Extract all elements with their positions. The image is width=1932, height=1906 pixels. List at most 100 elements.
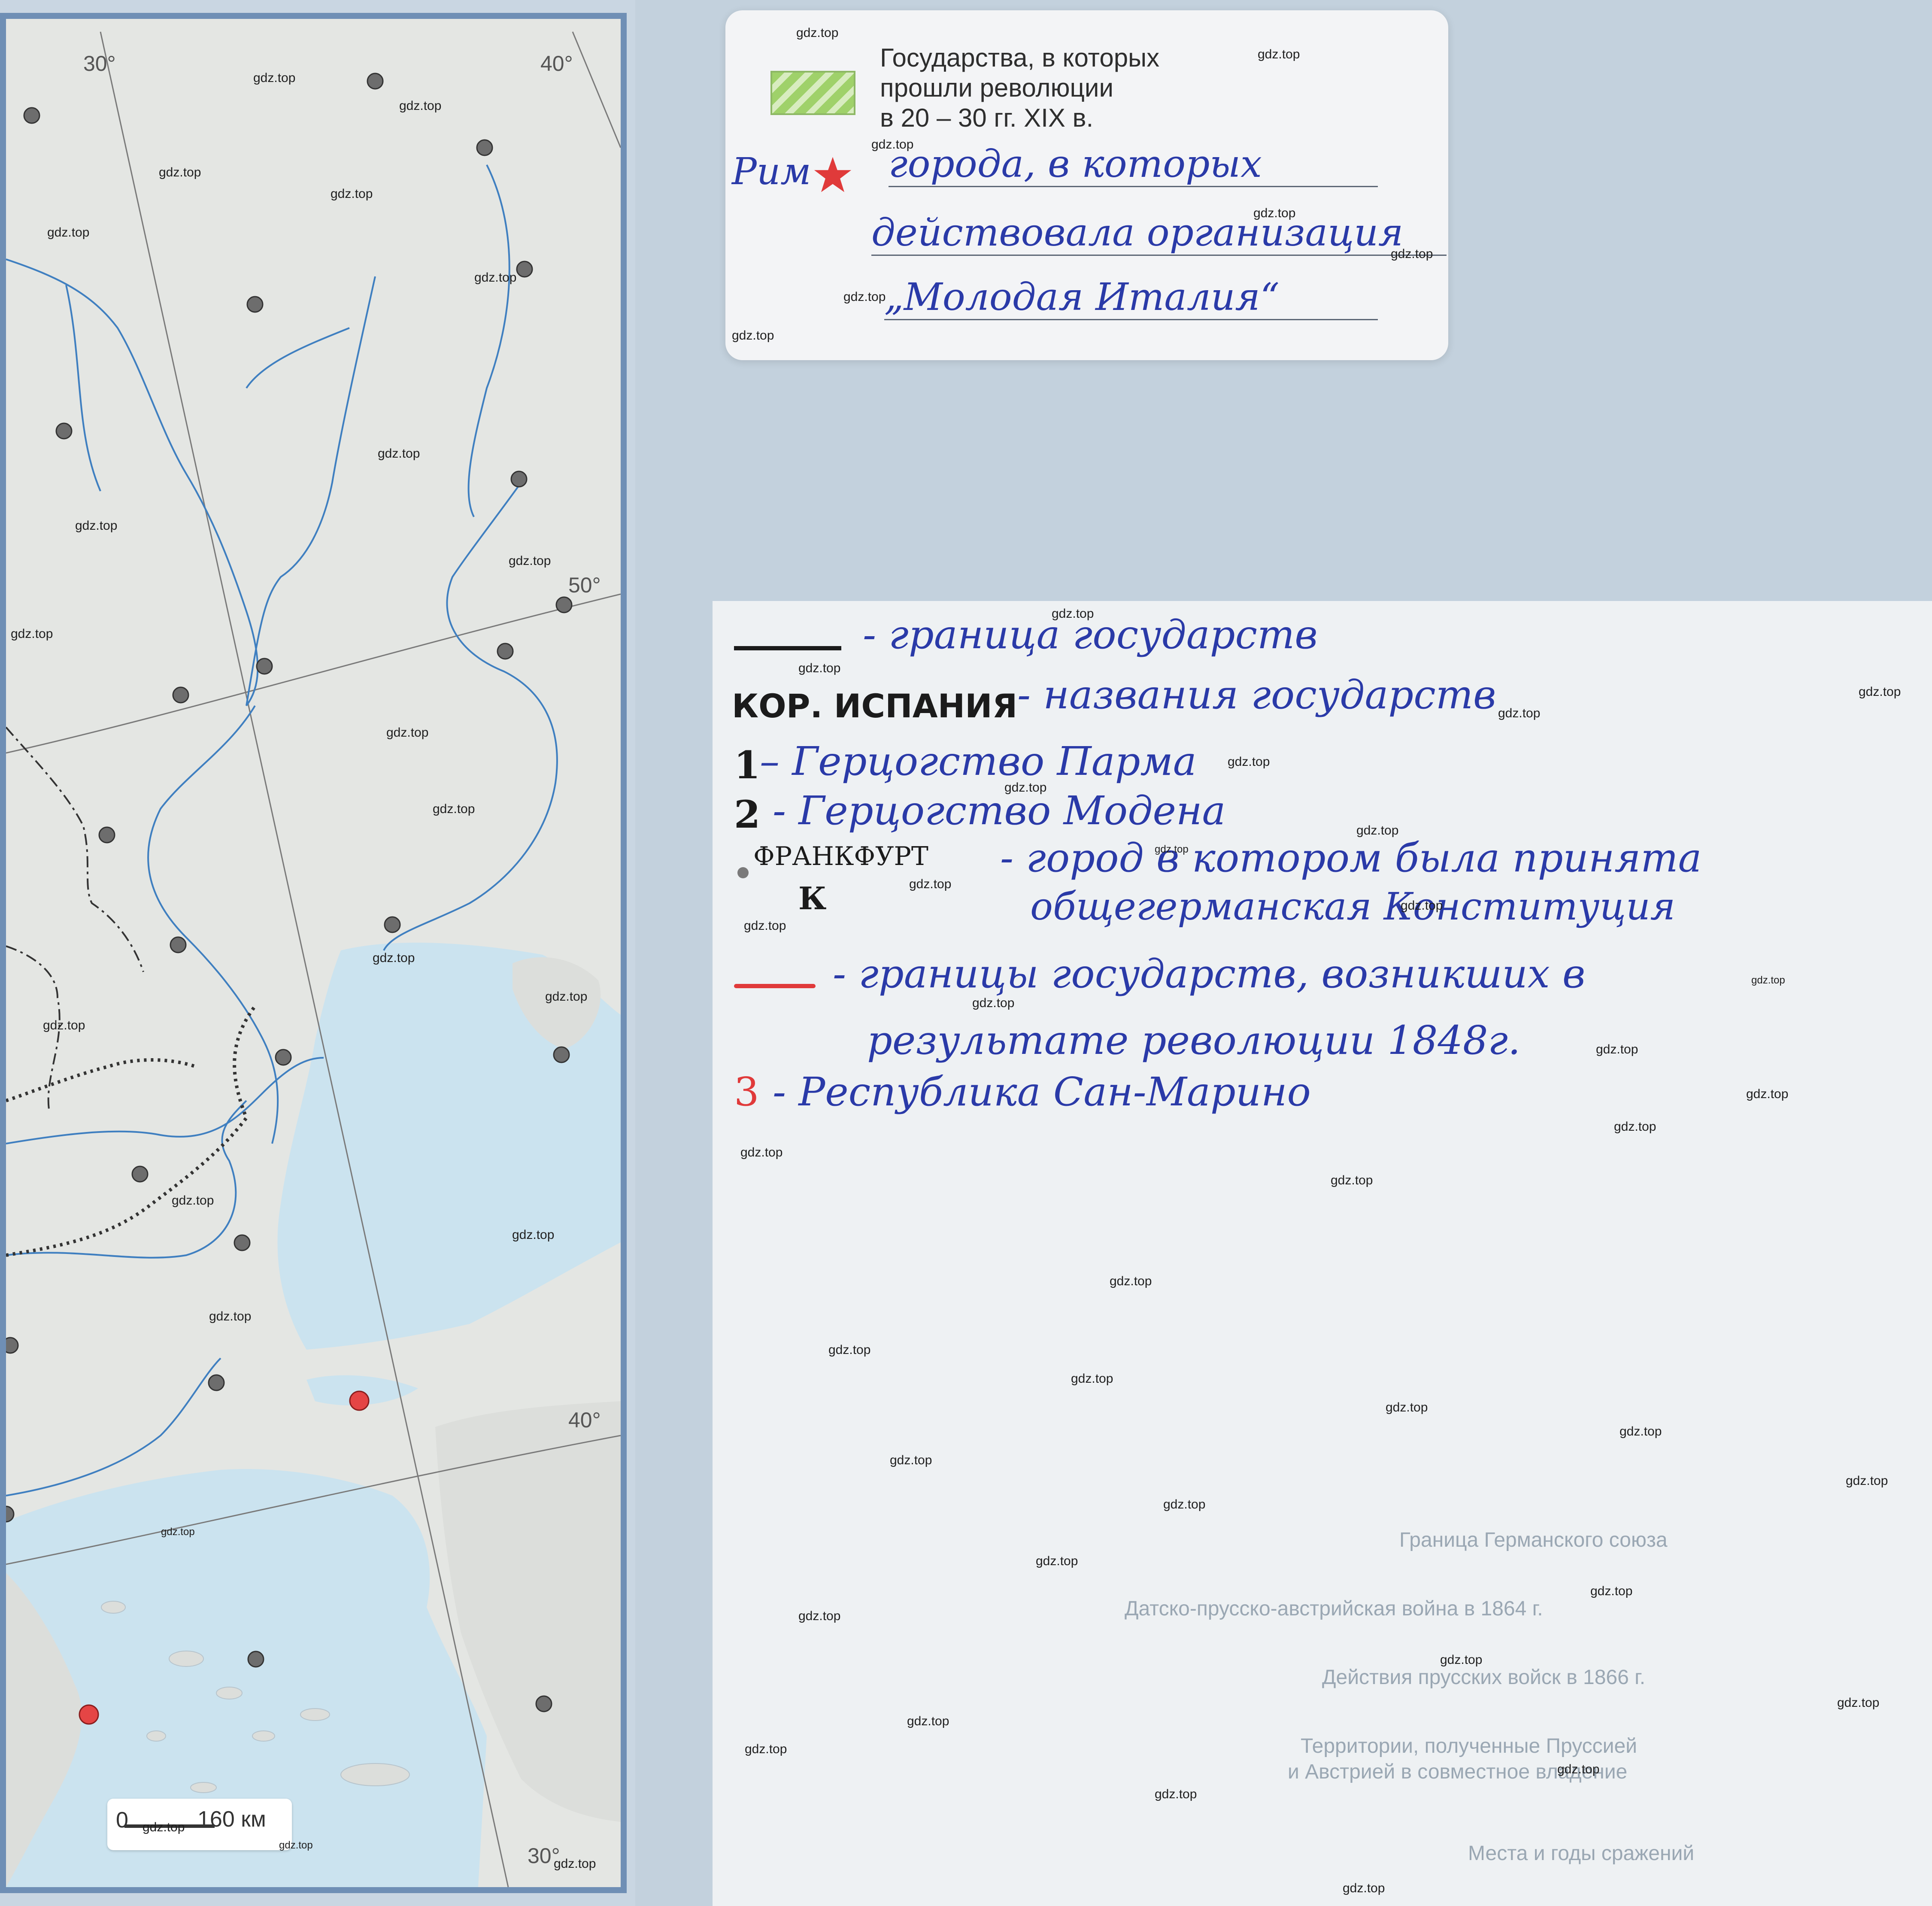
legend-line9-text: - Республика Сан-Марино — [773, 1069, 1311, 1115]
watermark: gdz.top — [1163, 1497, 1206, 1511]
legend-line2-caps: КОР. ИСПАНИЯ — [732, 687, 1018, 725]
legend-line5-text: - город в котором была принята — [1000, 835, 1702, 881]
watermark: gdz.top — [744, 919, 786, 933]
watermark: gdz.top — [43, 1018, 85, 1032]
watermark: gdz.top — [1557, 1762, 1600, 1776]
watermark: gdz.top — [1036, 1554, 1078, 1568]
watermark: gdz.top — [1155, 1787, 1197, 1801]
map-svg — [6, 31, 621, 1887]
watermark: gdz.top — [143, 1820, 185, 1834]
scale-bar: 0 160 км — [107, 1799, 292, 1850]
watermark: gdz.top — [890, 1453, 932, 1467]
watermark: gdz.top — [378, 446, 420, 461]
watermark: gdz.top — [161, 1526, 195, 1538]
background-print-6: Места и годы сражений — [1468, 1842, 1695, 1865]
watermark: gdz.top — [909, 877, 952, 891]
watermark: gdz.top — [159, 165, 201, 179]
watermark: gdz.top — [172, 1193, 214, 1208]
watermark: gdz.top — [474, 270, 517, 285]
background-print-2: Датско-прусско-австрийская война в 1864 … — [1125, 1597, 1543, 1620]
watermark: gdz.top — [1846, 1474, 1888, 1488]
watermark: gdz.top — [1004, 780, 1047, 795]
scale-zero: 0 — [116, 1808, 128, 1833]
watermark: gdz.top — [1859, 685, 1901, 699]
watermark: gdz.top — [75, 519, 118, 533]
legend-line5-caps: ФРАНКФУРТ — [753, 841, 928, 871]
background-print-3: Действия прусских войск в 1866 г. — [1322, 1666, 1646, 1689]
legend-hand-line2: действовала организация — [871, 210, 1447, 256]
watermark: gdz.top — [732, 328, 774, 343]
legend-line4-text: - Герцогство Модена — [773, 788, 1226, 834]
watermark: gdz.top — [1331, 1173, 1373, 1187]
watermark: gdz.top — [1837, 1696, 1880, 1710]
watermark: gdz.top — [1110, 1274, 1152, 1288]
degree-label-50: 50° — [568, 573, 601, 597]
watermark: gdz.top — [512, 1228, 555, 1242]
background-print-4: Территории, полученные Пруссией — [1301, 1735, 1637, 1757]
legend-hand-line3: „Молодая Италия“ — [884, 275, 1378, 320]
red-star-icon — [814, 157, 852, 192]
watermark: gdz.top — [47, 225, 90, 240]
watermark: gdz.top — [11, 627, 53, 641]
watermark: gdz.top — [1498, 706, 1541, 720]
watermark: gdz.top — [871, 137, 914, 152]
legend-line2-text: - названия государств — [1017, 672, 1496, 718]
revolution-hatch-swatch — [770, 71, 855, 115]
watermark: gdz.top — [828, 1343, 871, 1357]
watermark: gdz.top — [1253, 206, 1296, 220]
watermark: gdz.top — [843, 290, 886, 304]
watermark: gdz.top — [1258, 47, 1300, 61]
watermark: gdz.top — [554, 1857, 596, 1871]
watermark: gdz.top — [279, 1839, 313, 1851]
watermark: gdz.top — [1596, 1042, 1638, 1056]
watermark: gdz.top — [796, 26, 839, 40]
watermark: gdz.top — [433, 802, 475, 816]
degree-label-40-top: 40° — [540, 52, 573, 76]
watermark: gdz.top — [545, 989, 588, 1004]
legend-printed-title: Государства, в которых прошли революции … — [880, 43, 1160, 132]
scale-distance: 160 км — [197, 1807, 266, 1832]
borders — [6, 726, 257, 1257]
watermark: gdz.top — [209, 1309, 252, 1323]
background-print-1: Граница Германского союза — [1399, 1529, 1668, 1551]
watermark: gdz.top — [798, 1609, 841, 1623]
watermark: gdz.top — [331, 187, 373, 201]
watermark: gdz.top — [1746, 1087, 1789, 1101]
watermark: gdz.top — [798, 661, 841, 675]
degree-label-40-bottom: 40° — [568, 1408, 601, 1432]
legend-line3-text: – Герцогство Парма — [760, 738, 1197, 784]
watermark: gdz.top — [1401, 898, 1443, 913]
watermark: gdz.top — [1391, 247, 1433, 261]
watermark: gdz.top — [1751, 974, 1785, 986]
border-line-sample — [734, 646, 841, 650]
watermark: gdz.top — [509, 554, 551, 568]
watermark: gdz.top — [386, 725, 429, 740]
watermark: gdz.top — [1228, 755, 1270, 769]
legend-line5-k: К — [798, 880, 827, 917]
watermark: gdz.top — [1440, 1653, 1483, 1667]
city-dot-sample — [737, 867, 749, 878]
watermark: gdz.top — [399, 99, 442, 113]
watermark: gdz.top — [253, 71, 296, 85]
watermark: gdz.top — [740, 1145, 783, 1159]
watermark: gdz.top — [1386, 1400, 1428, 1414]
watermark: gdz.top — [1155, 844, 1189, 855]
watermark: gdz.top — [1343, 1881, 1385, 1895]
legend-hand-line1: города, в которых — [889, 142, 1378, 187]
watermark: gdz.top — [1614, 1120, 1656, 1134]
watermark: gdz.top — [972, 996, 1015, 1010]
red-border-sample — [734, 984, 816, 988]
map-frame: 30° 40° 50° 40° 30° — [0, 13, 627, 1893]
legend-line7-text: - границы государств, возникших в — [833, 951, 1586, 997]
watermark: gdz.top — [745, 1742, 787, 1756]
watermark: gdz.top — [373, 951, 415, 965]
watermark: gdz.top — [1620, 1424, 1662, 1439]
degree-label-30-top: 30° — [83, 52, 116, 76]
watermark: gdz.top — [1356, 823, 1399, 838]
legend-hand-city: Рим — [732, 150, 811, 193]
legend-line9-num: 3 — [734, 1069, 759, 1115]
watermark: gdz.top — [1590, 1584, 1633, 1598]
watermark: gdz.top — [1071, 1372, 1113, 1386]
legend-line8-text: результате революции 1848г. — [867, 1017, 1521, 1063]
legend-line6-text: общегерманская Конституция — [1030, 884, 1675, 929]
